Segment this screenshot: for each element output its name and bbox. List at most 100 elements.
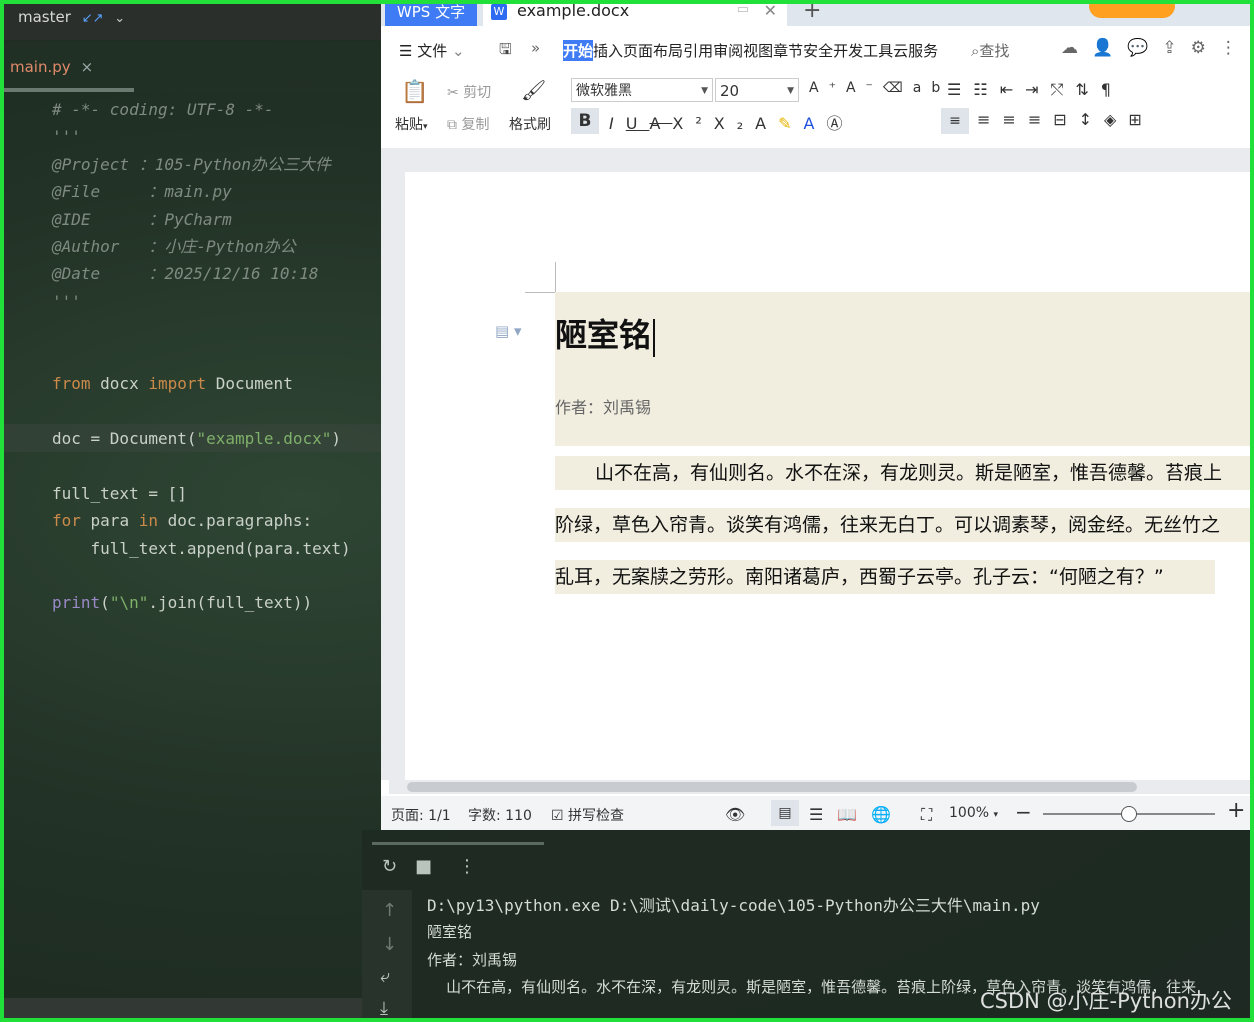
document-paragraph-line-2[interactable]: 阶绿，草色入帘青。谈笑有鸿儒，往来无白丁。可以调素琴，阅金经。无丝竹之 [555, 508, 1254, 542]
ribbon-tab[interactable]: 引用 [683, 40, 713, 61]
page-view-button[interactable]: ▤ [771, 800, 799, 826]
close-icon[interactable]: × [81, 58, 94, 76]
comment-icon[interactable]: 💬 [1127, 38, 1162, 58]
arrow-up-icon[interactable]: ↑ [382, 900, 397, 921]
paragraph-handle-icon[interactable]: ▤ ▾ [495, 322, 521, 340]
distribute-icon[interactable]: ⊟ [1053, 110, 1078, 129]
font-color-icon[interactable]: A [804, 114, 827, 133]
web-view-icon[interactable]: 🌐 [871, 805, 905, 824]
monitor-icon[interactable]: ▭ [737, 2, 749, 17]
code-line[interactable]: print("\n".join(full_text)) [52, 589, 351, 616]
document-paragraph-line-1[interactable]: 山不在高，有仙则名。水不在深，有龙则灵。斯是陋室，惟吾德馨。苔痕上 [555, 456, 1254, 490]
cut-button[interactable]: ✂ 剪切 [447, 82, 491, 102]
login-badge[interactable] [1089, 0, 1175, 18]
align-left-button[interactable]: ≡ [941, 108, 969, 134]
ribbon-tab[interactable]: 插入 [593, 40, 623, 61]
stop-icon[interactable]: ■ [415, 856, 432, 877]
sort-icon[interactable]: ⇅ [1075, 80, 1100, 99]
paste-button[interactable]: 粘贴▾ [395, 114, 428, 134]
text-effect-icon[interactable]: A [755, 114, 778, 133]
clear-format-icon[interactable]: ⌫ [883, 80, 913, 96]
code-line[interactable]: ​ [52, 397, 351, 424]
code-line[interactable]: ​ [52, 452, 351, 479]
double-chevron-icon[interactable]: » [531, 39, 540, 57]
zoom-in-icon[interactable]: + [1227, 798, 1245, 823]
code-editor[interactable]: # -*- coding: UTF-8 -*- ''' @Project ：105-… [52, 96, 351, 617]
subscript-icon[interactable]: X₂ [714, 114, 755, 133]
ribbon-tab[interactable]: 视图 [743, 40, 773, 61]
code-line[interactable]: @Date ：2025/12/16 10:18 [52, 260, 351, 287]
highlight-icon[interactable]: ✎ [778, 114, 803, 133]
page-indicator[interactable]: 页面: 1/1 [391, 805, 451, 825]
numbered-list-icon[interactable]: ☷ [973, 80, 999, 99]
user-icon[interactable]: 👤 [1092, 38, 1127, 58]
superscript-icon[interactable]: X² [672, 114, 713, 133]
indent-icon[interactable]: ⇥ [1025, 80, 1050, 99]
code-line[interactable]: @Author ：小庄-Python办公 [52, 233, 351, 260]
horizontal-scrollbar[interactable] [389, 780, 1254, 794]
show-marks-icon[interactable]: ¶ [1101, 80, 1123, 99]
new-tab-icon[interactable]: + [803, 0, 821, 23]
gear-icon[interactable]: ⚙ [1191, 38, 1220, 58]
borders-icon[interactable]: ⊞ [1128, 110, 1153, 129]
code-line[interactable]: @File ：main.py [52, 178, 351, 205]
ribbon-tab[interactable]: 开始 [563, 40, 594, 61]
align-center-icon[interactable]: ≡ [977, 110, 1002, 129]
fit-page-icon[interactable]: ⛶ [921, 805, 932, 825]
file-menu[interactable]: ☰ 文件 ⌄ [399, 40, 465, 61]
share-icon[interactable]: ⇪ [1162, 38, 1190, 58]
cloud-icon[interactable]: ☁ [1061, 38, 1092, 58]
eye-icon[interactable]: 👁 [725, 805, 745, 824]
shrink-font-icon[interactable]: A⁻ [846, 80, 883, 96]
outdent-icon[interactable]: ⇤ [1000, 80, 1025, 99]
code-line[interactable]: ​ [52, 343, 351, 370]
rerun-icon[interactable]: ↻ [382, 856, 397, 877]
more-vertical-icon[interactable]: ⋮ [458, 856, 476, 877]
char-border-icon[interactable]: Ⓐ [826, 114, 854, 133]
text-direction-icon[interactable]: ⤲ [1051, 80, 1076, 99]
ribbon-tab[interactable]: 章节 [773, 40, 803, 61]
strikethrough-icon[interactable]: A [649, 114, 672, 133]
editor-tab-main-py[interactable]: main.py × [10, 58, 93, 76]
arrow-down-icon[interactable]: ↓ [382, 934, 397, 955]
zoom-slider-knob[interactable] [1121, 806, 1137, 822]
ribbon-tab[interactable]: 页面 [623, 40, 653, 61]
shading-icon[interactable]: ◈ [1104, 110, 1128, 129]
ribbon-tab[interactable]: 安全 [803, 40, 833, 61]
code-line[interactable]: ​ [52, 562, 351, 589]
document-tab[interactable]: W example.docx ▭ ✕ [483, 0, 787, 26]
code-line[interactable]: @Project ：105-Python办公三大件 [52, 151, 351, 178]
format-painter-button[interactable]: 格式刷 [509, 114, 551, 134]
document-title[interactable]: 陋室铭 [555, 310, 656, 357]
code-line[interactable]: for para in doc.paragraphs: [52, 507, 351, 534]
word-count[interactable]: 字数: 110 [468, 805, 532, 825]
phonetic-icon[interactable]: ab [913, 80, 950, 96]
wps-app-tab[interactable]: WPS 文字 [385, 0, 477, 26]
code-line[interactable]: ''' [52, 123, 351, 150]
document-paragraph-line-3[interactable]: 乱耳，无案牍之劳形。南阳诸葛庐，西蜀子云亭。孔子云：“何陋之有？” [555, 560, 1215, 594]
code-line[interactable]: full_text.append(para.text) [52, 535, 351, 562]
scroll-to-end-icon[interactable]: ⤓ [380, 998, 388, 1019]
code-line[interactable]: full_text = [] [52, 480, 351, 507]
justify-icon[interactable]: ≡ [1028, 110, 1053, 129]
save-icon[interactable]: 🖫 [499, 39, 512, 64]
ribbon-tab[interactable]: 审阅 [713, 40, 743, 61]
bullet-list-icon[interactable]: ☰ [947, 80, 973, 99]
document-page[interactable]: ▤ ▾ 陋室铭 作者：刘禹锡 山不在高，有仙则名。水不在深，有龙则灵。斯是陋室，… [405, 172, 1254, 792]
close-tab-icon[interactable]: ✕ [764, 1, 777, 20]
code-line[interactable]: # -*- coding: UTF-8 -*- [52, 96, 351, 123]
code-line[interactable]: ​ [52, 315, 351, 342]
zoom-out-icon[interactable]: − [1015, 800, 1032, 824]
search-button[interactable]: ⌕查找 [971, 40, 1009, 61]
clipboard-icon[interactable]: 📋 [401, 80, 428, 105]
code-line[interactable]: doc = Document("example.docx") [52, 425, 351, 452]
align-right-icon[interactable]: ≡ [1002, 110, 1027, 129]
soft-wrap-icon[interactable]: ⤶ [380, 966, 390, 987]
code-line[interactable]: @IDE ：PyCharm [52, 206, 351, 233]
italic-icon[interactable]: I [609, 114, 626, 133]
reading-view-icon[interactable]: 📖 [837, 805, 871, 824]
grow-font-icon[interactable]: A⁺ [809, 80, 846, 96]
zoom-select[interactable]: 100% ▾ [949, 805, 998, 821]
spell-check-button[interactable]: ☑ 拼写检查 [551, 805, 624, 825]
line-spacing-icon[interactable]: ↕ [1079, 110, 1104, 129]
